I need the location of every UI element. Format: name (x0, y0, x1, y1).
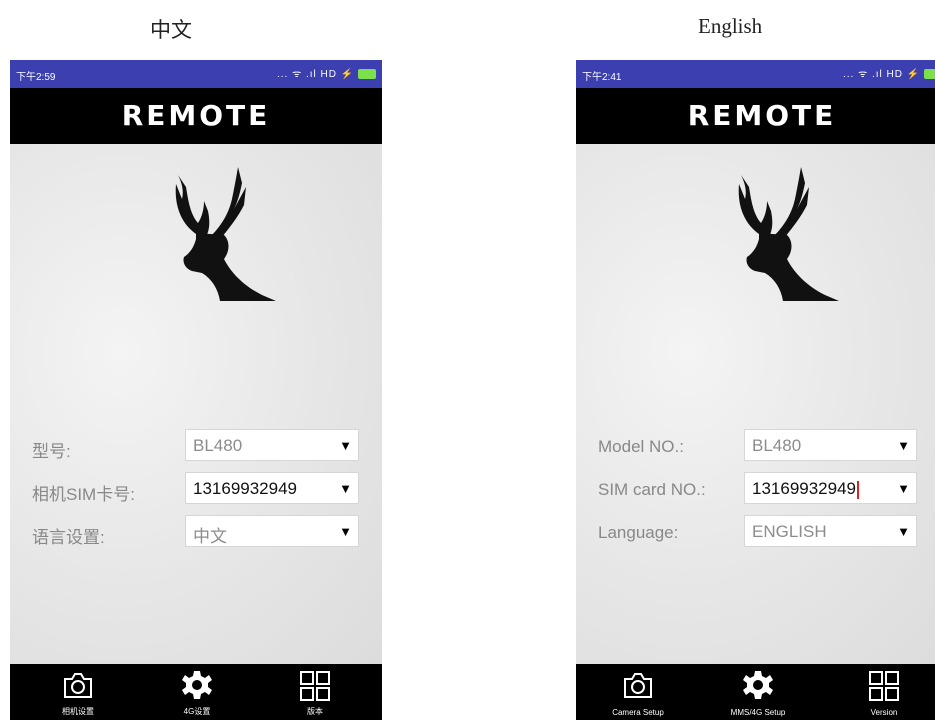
form-row-language: 语言设置: 中文 ▼ (10, 515, 382, 549)
select-value: BL480 (752, 436, 802, 455)
select-value: 中文 (193, 527, 227, 546)
dropdown-arrow-icon: ▼ (897, 481, 910, 496)
phone-screen-chinese: 下午2:59 ... ᯤ .ıl HD ⚡ REMOTE 型号: BL480 ▼… (10, 60, 382, 720)
deer-logo-icon (175, 167, 276, 301)
battery-icon (924, 69, 935, 80)
select-value: 13169932949 (193, 479, 298, 498)
status-time: 下午2:41 (582, 72, 622, 83)
status-time: 下午2:59 (16, 72, 56, 83)
gear-icon (182, 671, 212, 699)
caption-chinese: 中文 (150, 18, 192, 42)
field-label: 语言设置: (32, 528, 105, 547)
select-value: BL480 (193, 436, 243, 455)
bottom-tab-bar: 相机设置 4G设置 版本 (10, 664, 382, 720)
field-label: 型号: (32, 442, 71, 461)
grid-icon (869, 671, 899, 701)
status-icons: ... ᯤ .ıl HD ⚡ (277, 66, 376, 80)
dropdown-arrow-icon: ▼ (897, 524, 910, 539)
tab-4g-setup[interactable]: 4G设置 (147, 664, 247, 720)
form-row-model: Model NO.: BL480 ▼ (576, 429, 935, 463)
phone-screen-english: 下午2:41 ... ᯤ .ıl HD ⚡ REMOTE Model NO.: … (576, 60, 935, 720)
form-row-sim: 相机SIM卡号: 13169932949 ▼ (10, 472, 382, 506)
select-value: 13169932949 (752, 479, 859, 499)
model-select[interactable]: BL480 ▼ (744, 429, 917, 461)
tab-version[interactable]: Version (834, 664, 934, 720)
tab-label: 4G设置 (183, 707, 211, 716)
language-select[interactable]: 中文 ▼ (185, 515, 359, 547)
dropdown-arrow-icon: ▼ (339, 481, 352, 496)
tab-label: Version (870, 708, 898, 717)
tab-label: MMS/4G Setup (730, 708, 786, 717)
sim-number-select[interactable]: 13169932949 ▼ (185, 472, 359, 504)
camera-icon (624, 673, 652, 698)
tab-label: 版本 (307, 707, 323, 716)
gear-icon (743, 671, 773, 699)
status-bar: 下午2:41 ... ᯤ .ıl HD ⚡ (576, 60, 935, 88)
form-row-sim: SIM card NO.: 13169932949 ▼ (576, 472, 935, 506)
field-label: Language: (598, 523, 679, 542)
form-row-model: 型号: BL480 ▼ (10, 429, 382, 463)
dropdown-arrow-icon: ▼ (339, 524, 352, 539)
dropdown-arrow-icon: ▼ (897, 438, 910, 453)
tab-label: Camera Setup (612, 708, 664, 717)
tab-camera-setup[interactable]: Camera Setup (588, 664, 688, 720)
language-select[interactable]: ENGLISH ▼ (744, 515, 917, 547)
camera-icon (64, 673, 92, 698)
app-title: REMOTE (576, 88, 935, 144)
field-label: SIM card NO.: (598, 480, 706, 499)
dropdown-arrow-icon: ▼ (339, 438, 352, 453)
tab-camera-setup[interactable]: 相机设置 (28, 664, 128, 720)
tab-mms-4g-setup[interactable]: MMS/4G Setup (708, 664, 808, 720)
select-value: ENGLISH (752, 522, 827, 541)
caption-english: English (698, 14, 763, 38)
grid-icon (300, 671, 330, 701)
tab-version[interactable]: 版本 (265, 664, 365, 720)
form-row-language: Language: ENGLISH ▼ (576, 515, 935, 549)
tab-label: 相机设置 (62, 707, 94, 716)
main-content: 型号: BL480 ▼ 相机SIM卡号: 13169932949 ▼ 语言设置:… (10, 144, 382, 664)
text-cursor (857, 480, 859, 499)
main-content: Model NO.: BL480 ▼ SIM card NO.: 1316993… (576, 144, 935, 664)
status-icons: ... ᯤ .ıl HD ⚡ (843, 66, 935, 80)
app-title: REMOTE (10, 88, 382, 144)
model-select[interactable]: BL480 ▼ (185, 429, 359, 461)
battery-icon (358, 69, 376, 80)
sim-number-select[interactable]: 13169932949 ▼ (744, 472, 917, 504)
field-label: Model NO.: (598, 437, 684, 456)
bottom-tab-bar: Camera Setup MMS/4G Setup Version (576, 664, 935, 720)
field-label: 相机SIM卡号: (32, 485, 135, 504)
deer-logo-icon (738, 167, 839, 301)
status-bar: 下午2:59 ... ᯤ .ıl HD ⚡ (10, 60, 382, 88)
